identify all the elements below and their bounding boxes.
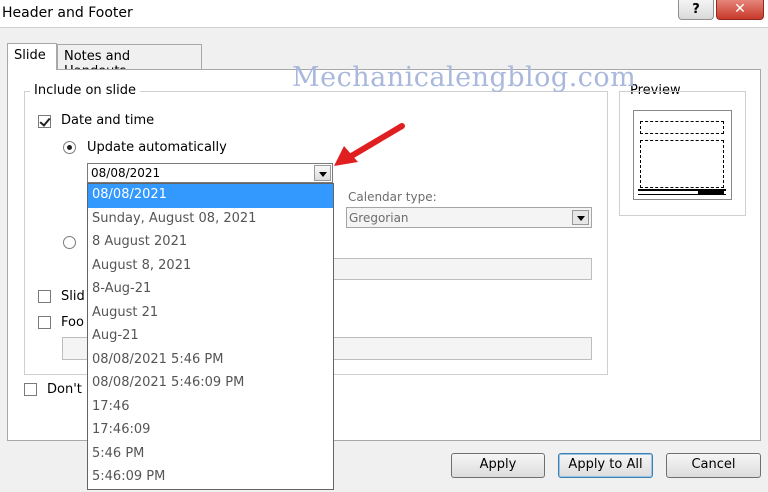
dont-show-on-title-checkbox[interactable] <box>24 383 37 396</box>
help-button[interactable]: ? <box>678 0 714 20</box>
preview-body-placeholder <box>640 140 724 188</box>
fixed-radio[interactable] <box>63 236 76 249</box>
calendar-type-label: Calendar type: <box>348 190 437 204</box>
dropdown-option[interactable]: 17:46:09 <box>88 419 333 443</box>
title-bar: Header and Footer ? ✕ <box>0 0 768 28</box>
window-title: Header and Footer <box>2 5 133 21</box>
watermark-text: Mechanicalengblog.com <box>292 62 637 93</box>
footer-checkbox[interactable] <box>38 316 51 329</box>
calendar-type-combo[interactable]: Gregorian <box>346 207 592 228</box>
date-format-dropdown[interactable]: 08/08/2021 Sunday, August 08, 2021 8 Aug… <box>87 183 334 490</box>
include-on-slide-label: Include on slide <box>30 83 141 98</box>
preview-title-placeholder <box>640 121 724 134</box>
dropdown-option[interactable]: August 21 <box>88 302 333 326</box>
preview-slide <box>633 110 732 200</box>
chevron-down-icon[interactable] <box>314 165 331 181</box>
fixed-date-input[interactable] <box>320 258 592 280</box>
dropdown-option[interactable]: 8 August 2021 <box>88 231 333 255</box>
update-automatically-radio[interactable] <box>63 141 76 154</box>
dropdown-option[interactable]: 5:46 PM <box>88 443 333 467</box>
date-format-value: 08/08/2021 <box>91 166 161 180</box>
dropdown-option[interactable]: Aug-21 <box>88 325 333 349</box>
dont-show-on-title-label: Don't <box>47 382 82 397</box>
cancel-button[interactable]: Cancel <box>666 453 761 478</box>
tab-slide[interactable]: Slide <box>7 43 57 70</box>
dropdown-option[interactable]: 17:46 <box>88 396 333 420</box>
slide-number-label: Slid <box>61 289 85 304</box>
dropdown-option[interactable]: August 8, 2021 <box>88 255 333 279</box>
update-automatically-label: Update automatically <box>87 140 227 155</box>
dropdown-option[interactable]: 8-Aug-21 <box>88 278 333 302</box>
tab-notes-and-handouts[interactable]: Notes and Handouts <box>57 44 202 79</box>
dropdown-option[interactable]: 08/08/2021 5:46:09 PM <box>88 372 333 396</box>
preview-slide-number-placeholder <box>698 189 724 195</box>
date-format-combo[interactable]: 08/08/2021 <box>87 163 333 183</box>
apply-to-all-button[interactable]: Apply to All <box>558 453 653 478</box>
date-time-checkbox[interactable] <box>38 115 51 128</box>
close-button[interactable]: ✕ <box>716 0 764 20</box>
footer-label: Foo <box>61 315 84 330</box>
dropdown-option[interactable]: Sunday, August 08, 2021 <box>88 208 333 232</box>
dropdown-option[interactable]: 08/08/2021 <box>88 184 333 208</box>
apply-button[interactable]: Apply <box>451 453 545 478</box>
chevron-down-icon[interactable] <box>572 210 589 225</box>
dropdown-option[interactable]: 5:46:09 PM <box>88 466 333 489</box>
slide-number-checkbox[interactable] <box>38 290 51 303</box>
dropdown-option[interactable]: 08/08/2021 5:46 PM <box>88 349 333 373</box>
date-time-label: Date and time <box>61 113 155 128</box>
calendar-type-value: Gregorian <box>349 211 409 225</box>
red-arrow-icon <box>334 123 405 166</box>
